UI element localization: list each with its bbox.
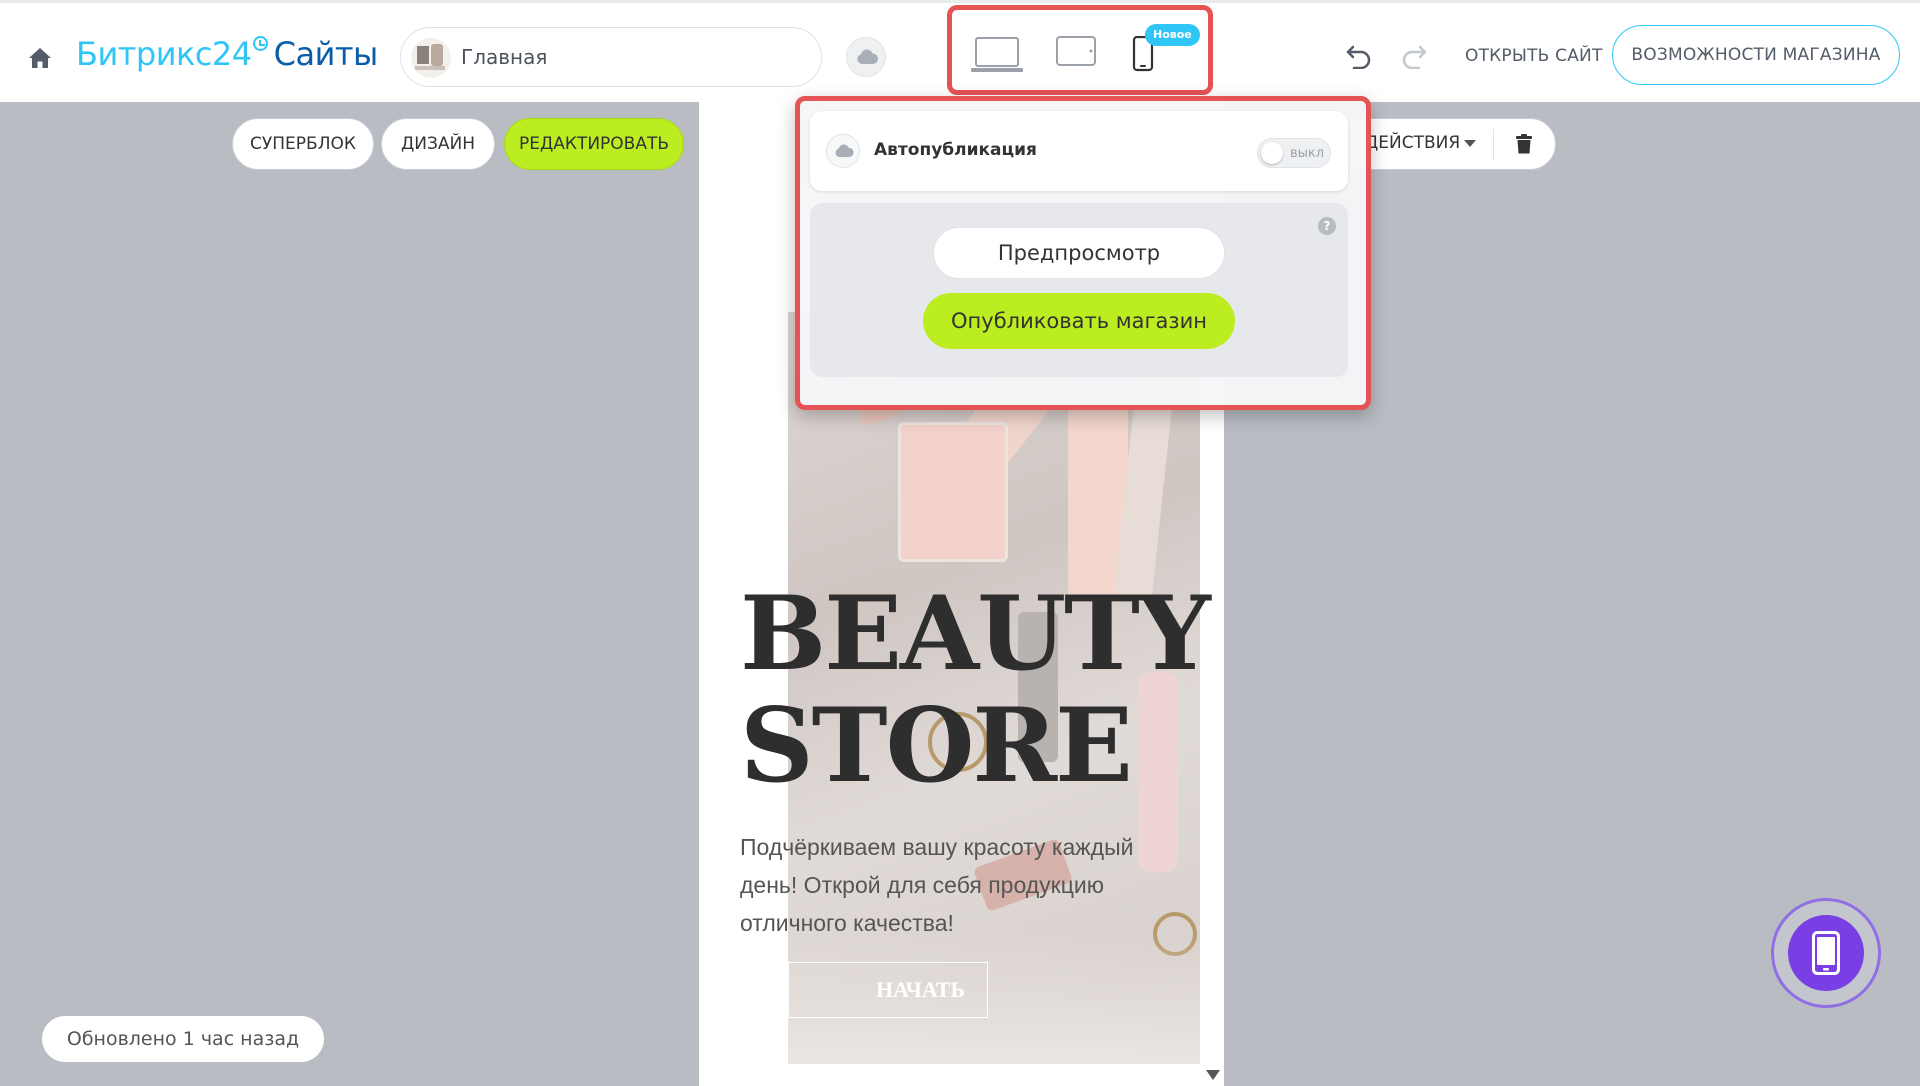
page-selector-label: Главная bbox=[461, 45, 548, 69]
publish-shop-button[interactable]: Опубликовать магазин bbox=[923, 293, 1235, 349]
mobile-phone-icon bbox=[1812, 931, 1840, 975]
desktop-icon[interactable] bbox=[970, 36, 1024, 74]
toggle-state: выкл bbox=[1290, 146, 1325, 161]
preview-button[interactable]: Предпросмотр bbox=[933, 227, 1225, 279]
device-switcher: Новое bbox=[947, 5, 1213, 95]
actions-dropdown[interactable]: ДЕЙСТВИЯ bbox=[1365, 133, 1460, 153]
scroll-down-icon[interactable] bbox=[1206, 1070, 1220, 1080]
publish-popup: Автопубликация выкл ? Предпросмотр Опубл… bbox=[795, 96, 1371, 410]
home-icon[interactable] bbox=[28, 47, 52, 69]
last-updated-status: Обновлено 1 час назад bbox=[42, 1016, 324, 1062]
tablet-icon[interactable] bbox=[1056, 36, 1096, 68]
cloud-icon bbox=[857, 49, 878, 64]
shop-features-button[interactable]: ВОЗМОЖНОСТИ МАГАЗИНА bbox=[1612, 25, 1900, 85]
autopublish-toggle[interactable]: выкл bbox=[1257, 138, 1331, 168]
logo-brand: Битрикс24 bbox=[76, 35, 252, 73]
publish-actions: ? Предпросмотр Опубликовать магазин bbox=[810, 203, 1348, 377]
superblock-button[interactable]: СУПЕРБЛОК bbox=[232, 118, 374, 170]
divider bbox=[1493, 129, 1494, 161]
redo-icon[interactable] bbox=[1400, 43, 1428, 69]
new-badge: Новое bbox=[1145, 24, 1200, 46]
help-icon[interactable]: ? bbox=[1318, 217, 1336, 235]
hero-title: BEAUTY STORE bbox=[740, 574, 1211, 806]
open-site-link[interactable]: ОТКРЫТЬ САЙТ bbox=[1465, 46, 1603, 66]
mobile-fab-circle bbox=[1788, 915, 1864, 991]
logo[interactable]: Битрикс24 Сайты bbox=[76, 35, 378, 73]
autopublish-row: Автопубликация выкл bbox=[810, 111, 1348, 191]
page-selector[interactable]: Главная bbox=[400, 27, 822, 87]
publish-cloud-button[interactable] bbox=[846, 37, 886, 77]
mobile-view-fab[interactable] bbox=[1771, 898, 1881, 1008]
trash-icon[interactable] bbox=[1516, 134, 1532, 154]
cloud-icon bbox=[835, 144, 854, 158]
clock-icon bbox=[252, 36, 268, 51]
design-button[interactable]: ДИЗАЙН bbox=[381, 118, 495, 170]
start-shopping-button[interactable]: НАЧАТЬ ПОКУПКИ bbox=[788, 962, 988, 1018]
logo-product: Сайты bbox=[273, 35, 379, 73]
toggle-knob bbox=[1261, 142, 1283, 164]
hero-description: Подчёркиваем вашу красоту каждый день! О… bbox=[740, 834, 1134, 936]
autopublish-label: Автопубликация bbox=[874, 140, 1037, 160]
undo-icon[interactable] bbox=[1345, 43, 1373, 69]
autopublish-cloud bbox=[826, 134, 860, 168]
top-bar: Битрикс24 Сайты Главная Новое ОТКРЫТЬ СА… bbox=[0, 0, 1920, 102]
page-thumbnail bbox=[411, 38, 451, 78]
chevron-down-icon[interactable] bbox=[1464, 140, 1476, 147]
edit-button[interactable]: РЕДАКТИРОВАТЬ bbox=[504, 118, 684, 170]
